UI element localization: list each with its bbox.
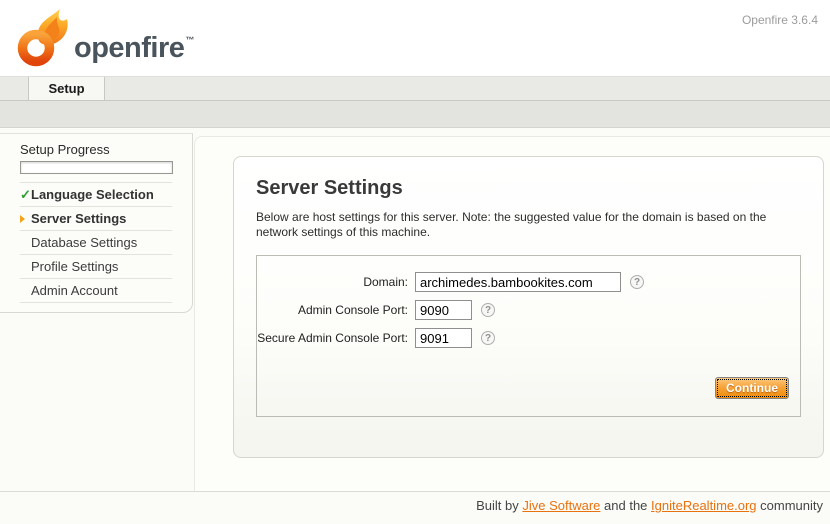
admin-port-input[interactable]	[415, 300, 472, 320]
step-label: Language Selection	[31, 187, 154, 202]
form-row-secure-port: Secure Admin Console Port: ?	[257, 328, 800, 348]
setup-progress-bar	[20, 161, 173, 174]
step-label: Database Settings	[31, 235, 137, 250]
domain-label: Domain:	[257, 275, 415, 289]
logo-wordmark: openfire™	[74, 32, 194, 65]
secure-port-label: Secure Admin Console Port:	[257, 331, 415, 345]
page-footer: Built by Jive Software and the IgniteRea…	[0, 491, 830, 524]
continue-button[interactable]: Continue	[715, 377, 789, 399]
secure-port-input[interactable]	[415, 328, 472, 348]
tab-setup[interactable]: Setup	[28, 77, 105, 100]
jive-software-link[interactable]: Jive Software	[522, 498, 600, 513]
content-area: Setup Progress ✓ Language Selection Serv…	[0, 129, 830, 524]
page-description: Below are host settings for this server.…	[256, 210, 801, 240]
tab-bar: Setup	[0, 76, 830, 101]
page-title: Server Settings	[256, 177, 801, 200]
sidebar-title: Setup Progress	[20, 142, 172, 161]
check-icon: ✓	[20, 187, 31, 203]
sidebar-item-database-settings: Database Settings	[20, 231, 172, 255]
step-label: Admin Account	[31, 283, 118, 298]
openfire-logo: openfire™	[10, 6, 240, 70]
domain-help-icon[interactable]: ?	[630, 275, 644, 289]
sidebar-item-language-selection: ✓ Language Selection	[20, 183, 172, 207]
igniterealtime-link[interactable]: IgniteRealtime.org	[651, 498, 757, 513]
version-label: Openfire 3.6.4	[742, 13, 818, 27]
form-row-admin-port: Admin Console Port: ?	[257, 300, 800, 320]
app-header: openfire™ Openfire 3.6.4	[0, 0, 830, 76]
server-settings-panel: Server Settings Below are host settings …	[233, 156, 824, 458]
sidebar-item-server-settings: Server Settings	[20, 207, 172, 231]
description-line-1: Below are host settings for this server.…	[256, 210, 801, 225]
domain-input[interactable]	[415, 272, 621, 292]
subnav-band	[0, 101, 830, 128]
footer-text-suffix: community	[757, 498, 823, 513]
description-line-2: network settings of this machine.	[256, 225, 801, 240]
admin-port-help-icon[interactable]: ?	[481, 303, 495, 317]
server-settings-form: Domain: ? Admin Console Port: ? Secure A…	[256, 255, 801, 417]
secure-port-help-icon[interactable]: ?	[481, 331, 495, 345]
trademark-symbol: ™	[185, 35, 194, 45]
admin-port-label: Admin Console Port:	[257, 303, 415, 317]
form-row-domain: Domain: ?	[257, 272, 800, 292]
footer-text-middle: and the	[600, 498, 651, 513]
step-label: Server Settings	[31, 211, 126, 226]
sidebar-item-profile-settings: Profile Settings	[20, 255, 172, 279]
sidebar-item-admin-account: Admin Account	[20, 279, 172, 303]
footer-text-prefix: Built by	[476, 498, 522, 513]
setup-progress-sidebar: Setup Progress ✓ Language Selection Serv…	[0, 133, 193, 313]
step-label: Profile Settings	[31, 259, 118, 274]
current-step-arrow-icon	[20, 215, 31, 223]
